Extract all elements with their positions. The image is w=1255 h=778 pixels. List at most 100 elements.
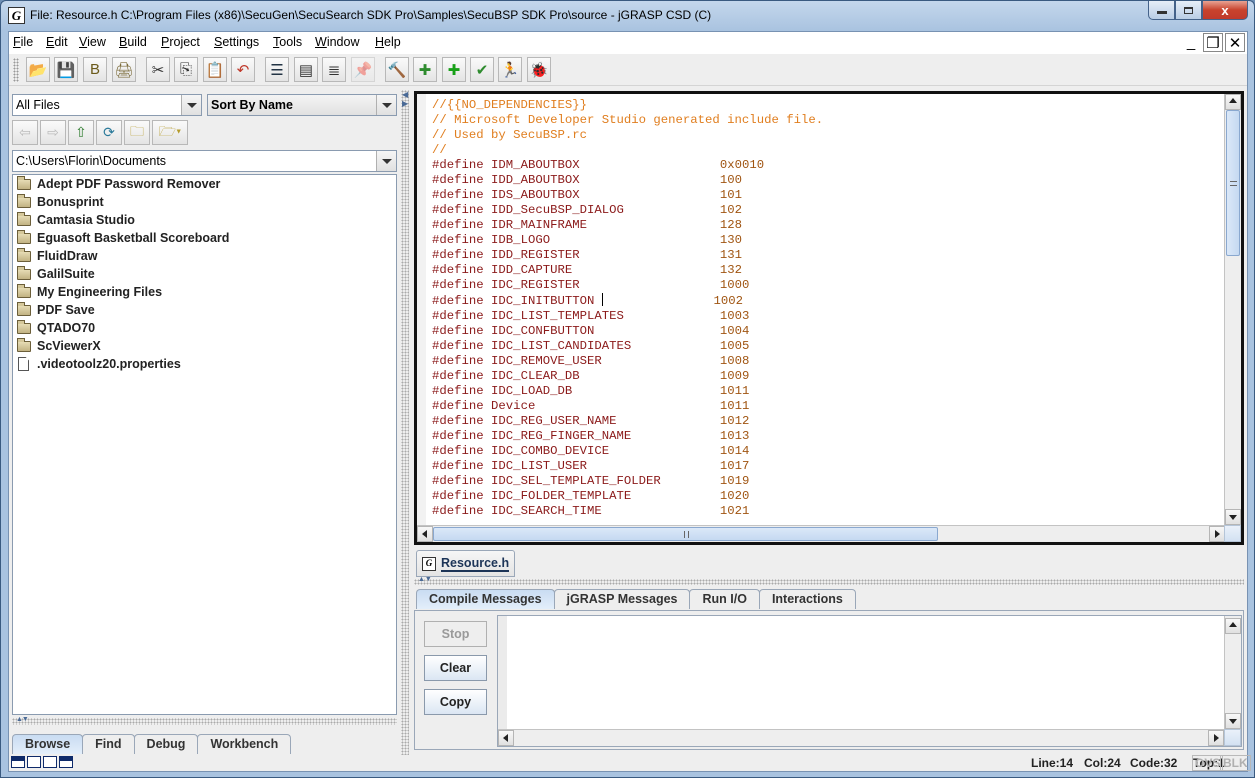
print-button[interactable]: 🖨 xyxy=(112,57,136,82)
save-button[interactable]: 💾 xyxy=(54,57,78,82)
tab-find[interactable]: Find xyxy=(82,734,135,754)
menu-settings[interactable]: Settings xyxy=(214,35,259,49)
chevron-down-icon[interactable] xyxy=(181,95,201,115)
file-list-item[interactable]: .videotoolz20.properties xyxy=(13,355,396,373)
sort-select[interactable]: Sort By Name xyxy=(207,94,397,116)
window-title: File: Resource.h C:\Program Files (x86)\… xyxy=(30,8,712,22)
menu-file[interactable]: File xyxy=(13,35,33,49)
define-keyword: #define xyxy=(432,354,484,368)
line-numbers-button[interactable]: ≣ xyxy=(322,57,346,82)
compile-button[interactable]: 🔨 xyxy=(385,57,409,82)
copy-button[interactable]: ⎘ xyxy=(174,57,198,82)
vertical-scroll-thumb[interactable] xyxy=(1226,110,1240,256)
chevron-down-icon[interactable] xyxy=(376,151,396,171)
title-bar[interactable]: G File: Resource.h C:\Program Files (x86… xyxy=(1,1,1254,31)
remove-csd-icon: ▤ xyxy=(298,61,314,79)
code-line: #define IDD_ABOUTBOX 100 xyxy=(432,173,823,188)
doc-restore-button[interactable]: ❐ xyxy=(1203,33,1223,52)
cut-button[interactable]: ✂ xyxy=(146,57,170,82)
scroll-right-icon[interactable] xyxy=(1209,526,1225,542)
csd-button[interactable]: ☰ xyxy=(265,57,289,82)
maximize-icon xyxy=(1184,6,1193,14)
tab-debug[interactable]: Debug xyxy=(133,734,199,754)
back-button[interactable]: ⇦ xyxy=(12,120,38,145)
window-maximize-button[interactable] xyxy=(1175,1,1202,20)
add-button[interactable]: ✚ xyxy=(442,57,466,82)
editor-vertical-scrollbar[interactable] xyxy=(1224,94,1241,525)
window-minimize-button[interactable] xyxy=(1148,1,1175,20)
file-list-item[interactable]: Eguasoft Basketball Scoreboard xyxy=(13,229,396,247)
toolbar-grip[interactable] xyxy=(13,58,19,82)
code-editor[interactable]: //{{NO_DEPENDENCIES}}// Microsoft Develo… xyxy=(414,91,1244,545)
tab-workbench[interactable]: Workbench xyxy=(197,734,292,754)
pin-button[interactable]: 📌 xyxy=(351,57,375,82)
scroll-left-icon[interactable] xyxy=(417,526,433,542)
menu-window[interactable]: Window xyxy=(315,35,359,49)
folder-menu-button[interactable]: 🗁▾ xyxy=(152,120,188,145)
forward-button[interactable]: ⇨ xyxy=(40,120,66,145)
messages-horizontal-scrollbar[interactable] xyxy=(498,729,1224,746)
tab-run-i-o[interactable]: Run I/O xyxy=(689,589,760,609)
file-tab-resource-h[interactable]: G Resource.h xyxy=(416,550,516,577)
check-button[interactable]: ✔ xyxy=(470,57,494,82)
menu-project[interactable]: Project xyxy=(161,35,200,49)
stop-button[interactable]: Stop xyxy=(424,621,487,647)
file-list-item[interactable]: QTADO70 xyxy=(13,319,396,337)
define-keyword: #define xyxy=(432,278,484,292)
scroll-down-icon[interactable] xyxy=(1225,509,1241,525)
code-text[interactable]: //{{NO_DEPENDENCIES}}// Microsoft Develo… xyxy=(432,98,823,519)
file-filter-select[interactable]: All Files xyxy=(12,94,202,116)
menu-view[interactable]: View xyxy=(79,35,106,49)
path-select[interactable]: C:\Users\Florin\Documents xyxy=(12,150,397,172)
folder-button[interactable]: 🗀 xyxy=(124,120,150,145)
file-list-item[interactable]: My Engineering Files xyxy=(13,283,396,301)
doc-close-button[interactable]: ✕ xyxy=(1225,33,1245,52)
debug-button[interactable]: 🐞 xyxy=(527,57,551,82)
editor-messages-split-handle[interactable]: ▲▼ xyxy=(414,576,1244,585)
clear-button[interactable]: Clear xyxy=(424,655,487,681)
copy-button[interactable]: Copy xyxy=(424,689,487,715)
browse-split-handle[interactable]: ▲▼ xyxy=(12,716,397,725)
scroll-down-icon[interactable] xyxy=(1225,713,1241,729)
code-comment: //{{NO_DEPENDENCIES}} xyxy=(432,98,587,112)
menu-tools[interactable]: Tools xyxy=(273,35,302,49)
file-list-item[interactable]: PDF Save xyxy=(13,301,396,319)
menu-help[interactable]: Help xyxy=(375,35,401,49)
up-folder-button[interactable]: ⇧ xyxy=(68,120,94,145)
refresh-button[interactable]: ⟳ xyxy=(96,120,122,145)
scroll-left-icon[interactable] xyxy=(498,730,514,746)
browse-button[interactable]: B xyxy=(83,57,107,82)
open-button[interactable]: 📂 xyxy=(26,57,50,82)
tab-compile-messages[interactable]: Compile Messages xyxy=(416,589,555,609)
scroll-up-icon[interactable] xyxy=(1225,94,1241,110)
file-filter-value: All Files xyxy=(16,98,60,112)
menu-build[interactable]: Build xyxy=(119,35,147,49)
scroll-right-icon[interactable] xyxy=(1208,730,1224,746)
paste-button[interactable]: 📋 xyxy=(203,57,227,82)
define-name: IDD_REGISTER xyxy=(491,248,580,262)
tab-browse[interactable]: Browse xyxy=(12,734,84,754)
scroll-up-icon[interactable] xyxy=(1225,618,1241,634)
compile-link-button[interactable]: ✚ xyxy=(413,57,437,82)
messages-output[interactable] xyxy=(497,615,1242,747)
file-list-item[interactable]: GalilSuite xyxy=(13,265,396,283)
file-list-item[interactable]: ScViewerX xyxy=(13,337,396,355)
run-button[interactable]: 🏃 xyxy=(498,57,522,82)
file-list-item[interactable]: Bonusprint xyxy=(13,193,396,211)
horizontal-scroll-thumb[interactable] xyxy=(433,527,938,541)
file-list-item[interactable]: FluidDraw xyxy=(13,247,396,265)
editor-horizontal-scrollbar[interactable] xyxy=(417,525,1225,542)
define-name: IDD_ABOUTBOX xyxy=(491,173,580,187)
undo-button[interactable]: ↶ xyxy=(231,57,255,82)
menu-edit[interactable]: Edit xyxy=(46,35,68,49)
file-list-item[interactable]: Camtasia Studio xyxy=(13,211,396,229)
messages-vertical-scrollbar[interactable] xyxy=(1224,616,1241,729)
tab-interactions[interactable]: Interactions xyxy=(758,589,856,609)
tab-jgrasp-messages[interactable]: jGRASP Messages xyxy=(553,589,691,609)
file-list-item[interactable]: Adept PDF Password Remover xyxy=(13,175,396,193)
window-close-button[interactable]: x xyxy=(1202,1,1248,20)
remove-csd-button[interactable]: ▤ xyxy=(294,57,318,82)
doc-minimize-button[interactable]: _ xyxy=(1181,33,1201,52)
vertical-split-handle[interactable]: ◀ ▶ xyxy=(401,90,409,755)
chevron-down-icon[interactable] xyxy=(376,95,396,115)
